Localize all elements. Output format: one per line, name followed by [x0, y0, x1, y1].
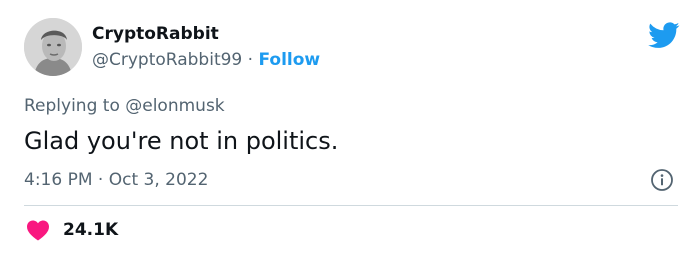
reply-mention-link[interactable]: @elonmusk — [125, 96, 224, 116]
author-display-name[interactable]: CryptoRabbit — [92, 22, 320, 46]
like-button[interactable]: 24.1K — [26, 216, 118, 244]
divider — [24, 205, 678, 206]
replying-to-label: Replying to — [24, 96, 120, 116]
tweet-time: 4:16 PM — [24, 170, 93, 190]
tweet-text: Glad you're not in politics. — [24, 127, 339, 155]
tweet-timestamp[interactable]: 4:16 PM · Oct 3, 2022 — [24, 168, 208, 192]
tweet-date: Oct 3, 2022 — [108, 170, 209, 190]
like-count: 24.1K — [63, 220, 119, 240]
replying-to: Replying to @elonmusk — [24, 94, 225, 118]
twitter-bird-icon[interactable] — [648, 22, 680, 49]
info-icon[interactable] — [650, 168, 674, 192]
tweet-card: CryptoRabbit @CryptoRabbit99 · Follow Re… — [0, 0, 700, 257]
avatar[interactable] — [24, 18, 82, 76]
author-handle[interactable]: @CryptoRabbit99 — [92, 50, 242, 70]
author-handle-line: @CryptoRabbit99 · Follow — [92, 46, 320, 74]
timestamp-separator: · — [97, 170, 104, 190]
author-info: CryptoRabbit @CryptoRabbit99 · Follow — [92, 22, 320, 74]
avatar-photo — [24, 18, 82, 76]
follow-button[interactable]: Follow — [258, 50, 320, 70]
heart-icon — [26, 219, 50, 241]
handle-separator: · — [247, 50, 254, 70]
